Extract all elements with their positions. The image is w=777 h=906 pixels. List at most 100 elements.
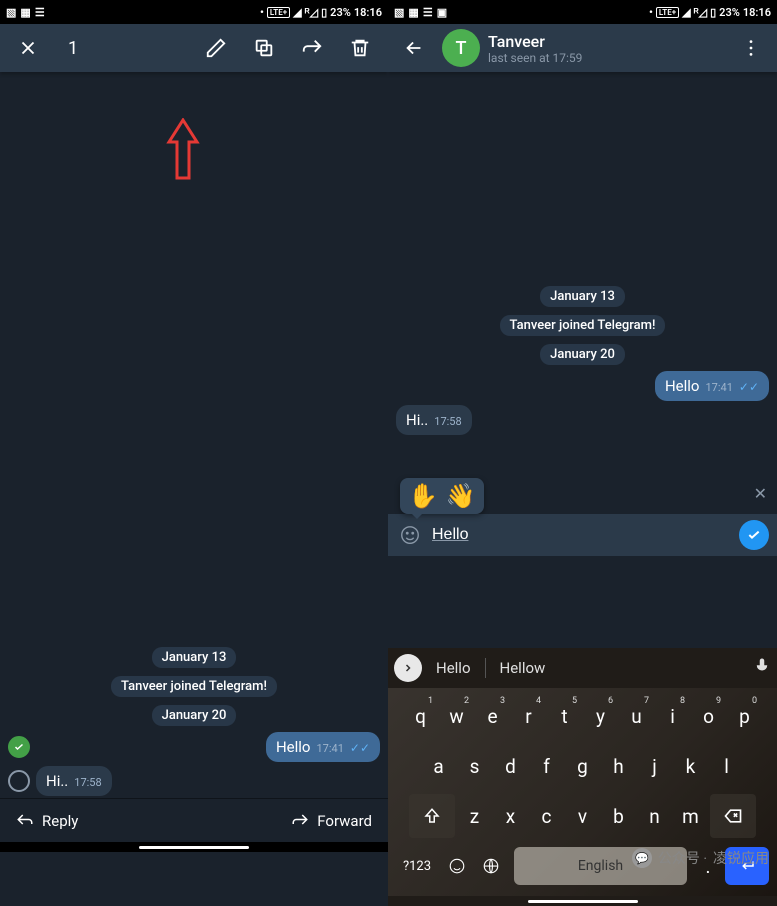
key-g[interactable]: g	[566, 744, 599, 788]
message-incoming[interactable]: Hi.. 17:58	[0, 764, 388, 798]
key-y[interactable]: 6y	[584, 694, 617, 738]
key-m[interactable]: m	[674, 794, 707, 838]
screenshot-left: ▧ ▦ ☰ • LTE+ ◢ ᴿ◿ ▯ 23% 18:16 1	[0, 0, 388, 906]
message-incoming[interactable]: Hi.. 17:58	[388, 403, 777, 437]
nav-bar	[388, 896, 777, 906]
back-button[interactable]	[394, 28, 434, 68]
edit-button[interactable]	[196, 28, 236, 68]
key-u[interactable]: 7u	[620, 694, 653, 738]
delete-button[interactable]	[340, 28, 380, 68]
key-w[interactable]: 2w	[440, 694, 473, 738]
status-time: 18:16	[743, 6, 771, 19]
key-t[interactable]: 5t	[548, 694, 581, 738]
key-a[interactable]: a	[422, 744, 455, 788]
suggestion-item[interactable]: Hellow	[490, 659, 556, 677]
key-h[interactable]: h	[602, 744, 635, 788]
forward-icon	[291, 812, 309, 830]
message-outgoing[interactable]: Hello 17:41 ✓✓	[388, 369, 777, 403]
emoji-keyboard-button[interactable]	[442, 844, 472, 888]
message-bubble: Hello 17:41 ✓✓	[266, 732, 380, 762]
app-icon-1: ▧	[6, 6, 16, 19]
emoji-wave-icon[interactable]: 👋	[446, 482, 476, 510]
key-k[interactable]: k	[674, 744, 707, 788]
suggestion-item[interactable]: Hello	[426, 659, 481, 677]
shift-key[interactable]	[409, 794, 455, 838]
status-bar: ▧ ▦ ☰ • LTE+ ◢ ᴿ◿ ▯ 23% 18:16	[0, 0, 388, 24]
emoji-picker-button[interactable]	[396, 521, 424, 549]
date-separator: January 13	[152, 647, 237, 668]
key-p[interactable]: 0p	[728, 694, 761, 738]
selection-toolbar: 1	[0, 24, 388, 72]
key-x[interactable]: x	[494, 794, 527, 838]
copy-icon	[253, 37, 275, 59]
copy-button[interactable]	[244, 28, 284, 68]
trash-icon	[349, 37, 371, 59]
message-input[interactable]	[432, 526, 731, 544]
close-suggestions-button[interactable]: ✕	[754, 484, 767, 503]
key-r[interactable]: 4r	[512, 694, 545, 738]
key-z[interactable]: z	[458, 794, 491, 838]
menu-button[interactable]	[731, 28, 771, 68]
read-ticks-icon: ✓✓	[350, 741, 370, 755]
key-b[interactable]: b	[602, 794, 635, 838]
screenshot-right: ▧ ▦ ☰ ▣ • LTE+ ◢ ᴿ◿ ▯ 23% 18:16 T Tanvee…	[388, 0, 777, 906]
suggestion-row: Hello Hellow	[388, 648, 777, 688]
key-o[interactable]: 9o	[692, 694, 725, 738]
date-separator: January 20	[540, 344, 625, 365]
selection-check-empty-icon[interactable]	[8, 770, 30, 792]
battery-icon: ▯	[321, 6, 327, 19]
message-outgoing[interactable]: Hello 17:41 ✓✓	[0, 730, 388, 764]
message-time: 17:58	[74, 776, 101, 789]
key-e[interactable]: 3e	[476, 694, 509, 738]
annotation-arrow	[165, 118, 201, 182]
message-bubble: Hi.. 17:58	[396, 405, 472, 435]
app-icon-1: ▧	[394, 6, 404, 19]
chat-title-area[interactable]: Tanveer last seen at 17:59	[488, 32, 582, 65]
reply-action[interactable]: Reply	[16, 812, 78, 830]
forward-button[interactable]	[292, 28, 332, 68]
close-selection-button[interactable]	[8, 28, 48, 68]
smile-icon	[448, 857, 466, 875]
message-text: Hi..	[406, 411, 428, 429]
key-i[interactable]: 8i	[656, 694, 689, 738]
reply-label: Reply	[42, 812, 78, 830]
nav-bar	[0, 842, 388, 852]
mic-button[interactable]	[753, 657, 771, 679]
key-v[interactable]: v	[566, 794, 599, 838]
lte-badge: LTE+	[267, 7, 290, 18]
message-text: Hi..	[46, 772, 68, 790]
emoji-hand-icon[interactable]: ✋	[408, 482, 438, 510]
key-c[interactable]: c	[530, 794, 563, 838]
key-l[interactable]: l	[710, 744, 743, 788]
system-message: Tanveer joined Telegram!	[111, 676, 277, 697]
app-icon-3: ☰	[423, 6, 433, 19]
watermark-name: 凌锐应用	[713, 848, 769, 868]
key-f[interactable]: f	[530, 744, 563, 788]
edit-message-bar: ✋ 👋 ✕	[388, 514, 777, 556]
confirm-edit-button[interactable]	[739, 520, 769, 550]
key-d[interactable]: d	[494, 744, 527, 788]
key-j[interactable]: j	[638, 744, 671, 788]
selection-check-icon[interactable]	[8, 736, 30, 758]
status-time: 18:16	[354, 6, 382, 19]
avatar[interactable]: T	[442, 29, 480, 67]
message-text: Hello	[665, 377, 700, 395]
system-message: Tanveer joined Telegram!	[500, 315, 666, 336]
expand-suggestions-button[interactable]	[394, 654, 422, 682]
message-text: Hello	[276, 738, 311, 756]
key-s[interactable]: s	[458, 744, 491, 788]
lte-badge: LTE+	[656, 7, 679, 18]
forward-action[interactable]: Forward	[291, 812, 372, 830]
symbols-key[interactable]: ?123	[396, 844, 438, 888]
key-q[interactable]: 1q	[404, 694, 437, 738]
message-time: 17:41	[316, 742, 343, 755]
emoji-suggestions[interactable]: ✋ 👋	[400, 478, 484, 514]
key-n[interactable]: n	[638, 794, 671, 838]
message-bubble: Hello 17:41 ✓✓	[655, 371, 769, 401]
signal-icon: ◢	[293, 6, 301, 19]
language-button[interactable]	[476, 844, 506, 888]
roam-badge: ᴿ◿	[694, 6, 708, 19]
selection-count: 1	[68, 38, 78, 59]
battery-pct: 23%	[330, 6, 351, 19]
backspace-key[interactable]	[710, 794, 756, 838]
